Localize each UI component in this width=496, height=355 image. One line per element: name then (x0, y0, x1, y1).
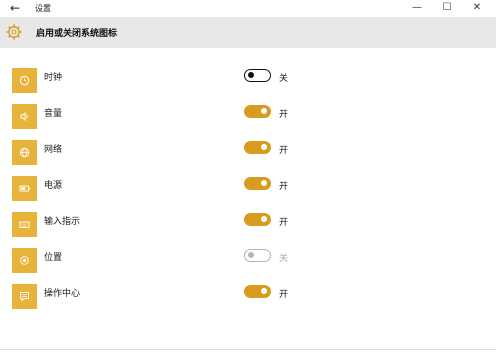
power-toggle[interactable] (244, 177, 271, 190)
volume-icon (12, 104, 37, 129)
divider (0, 349, 496, 350)
toggle-knob (261, 144, 267, 150)
maximize-button[interactable]: ☐ (435, 0, 459, 17)
list-item-volume: 音量 开 (0, 93, 496, 129)
clock-icon (12, 68, 37, 93)
toggle-knob (261, 180, 267, 186)
close-button[interactable]: ✕ (465, 0, 489, 17)
toggle-knob (248, 72, 254, 78)
item-label: 时钟 (44, 73, 63, 83)
page-header: 启用或关闭系统图标 (0, 17, 496, 48)
toggle-knob (261, 216, 267, 222)
toggle-state-label: 开 (279, 110, 289, 120)
network-toggle[interactable] (244, 141, 271, 154)
item-label: 位置 (44, 253, 63, 263)
toggle-state-label: 关 (279, 254, 289, 264)
toggle-state-label: 开 (279, 290, 289, 300)
item-label: 音量 (44, 109, 63, 119)
toggle-state-label: 开 (279, 146, 289, 156)
page-title: 启用或关闭系统图标 (36, 29, 118, 39)
item-label: 输入指示 (44, 217, 81, 227)
item-label: 操作中心 (44, 289, 81, 299)
toggle-state-label: 开 (279, 182, 289, 192)
list-item-action-center: 操作中心 开 (0, 273, 496, 309)
toggle-knob (261, 108, 267, 114)
clock-toggle[interactable] (244, 69, 271, 82)
list-item-clock: 时钟 关 (0, 57, 496, 93)
action-center-toggle[interactable] (244, 285, 271, 298)
toggle-knob (261, 288, 267, 294)
minimize-button[interactable]: — (405, 0, 429, 17)
toggle-state-label: 开 (279, 218, 289, 228)
location-icon (12, 248, 37, 273)
network-icon (12, 140, 37, 165)
list-item-location: 位置 关 (0, 237, 496, 273)
action-center-icon (12, 284, 37, 309)
item-label: 电源 (44, 181, 63, 191)
list-item-input-indicator: 输入指示 开 (0, 201, 496, 237)
input-indicator-toggle[interactable] (244, 213, 271, 226)
list-item-power: 电源 开 (0, 165, 496, 201)
keyboard-icon (12, 212, 37, 237)
toggle-state-label: 关 (279, 74, 289, 84)
back-button[interactable]: ← (6, 0, 24, 17)
location-toggle[interactable] (244, 249, 271, 262)
gear-icon (6, 24, 22, 40)
toggle-knob (248, 252, 254, 258)
list-item-network: 网络 开 (0, 129, 496, 165)
title-bar: ← 设置 — ☐ ✕ (0, 0, 496, 17)
window-title: 设置 (35, 4, 51, 13)
volume-toggle[interactable] (244, 105, 271, 118)
battery-icon (12, 176, 37, 201)
item-label: 网络 (44, 145, 63, 155)
